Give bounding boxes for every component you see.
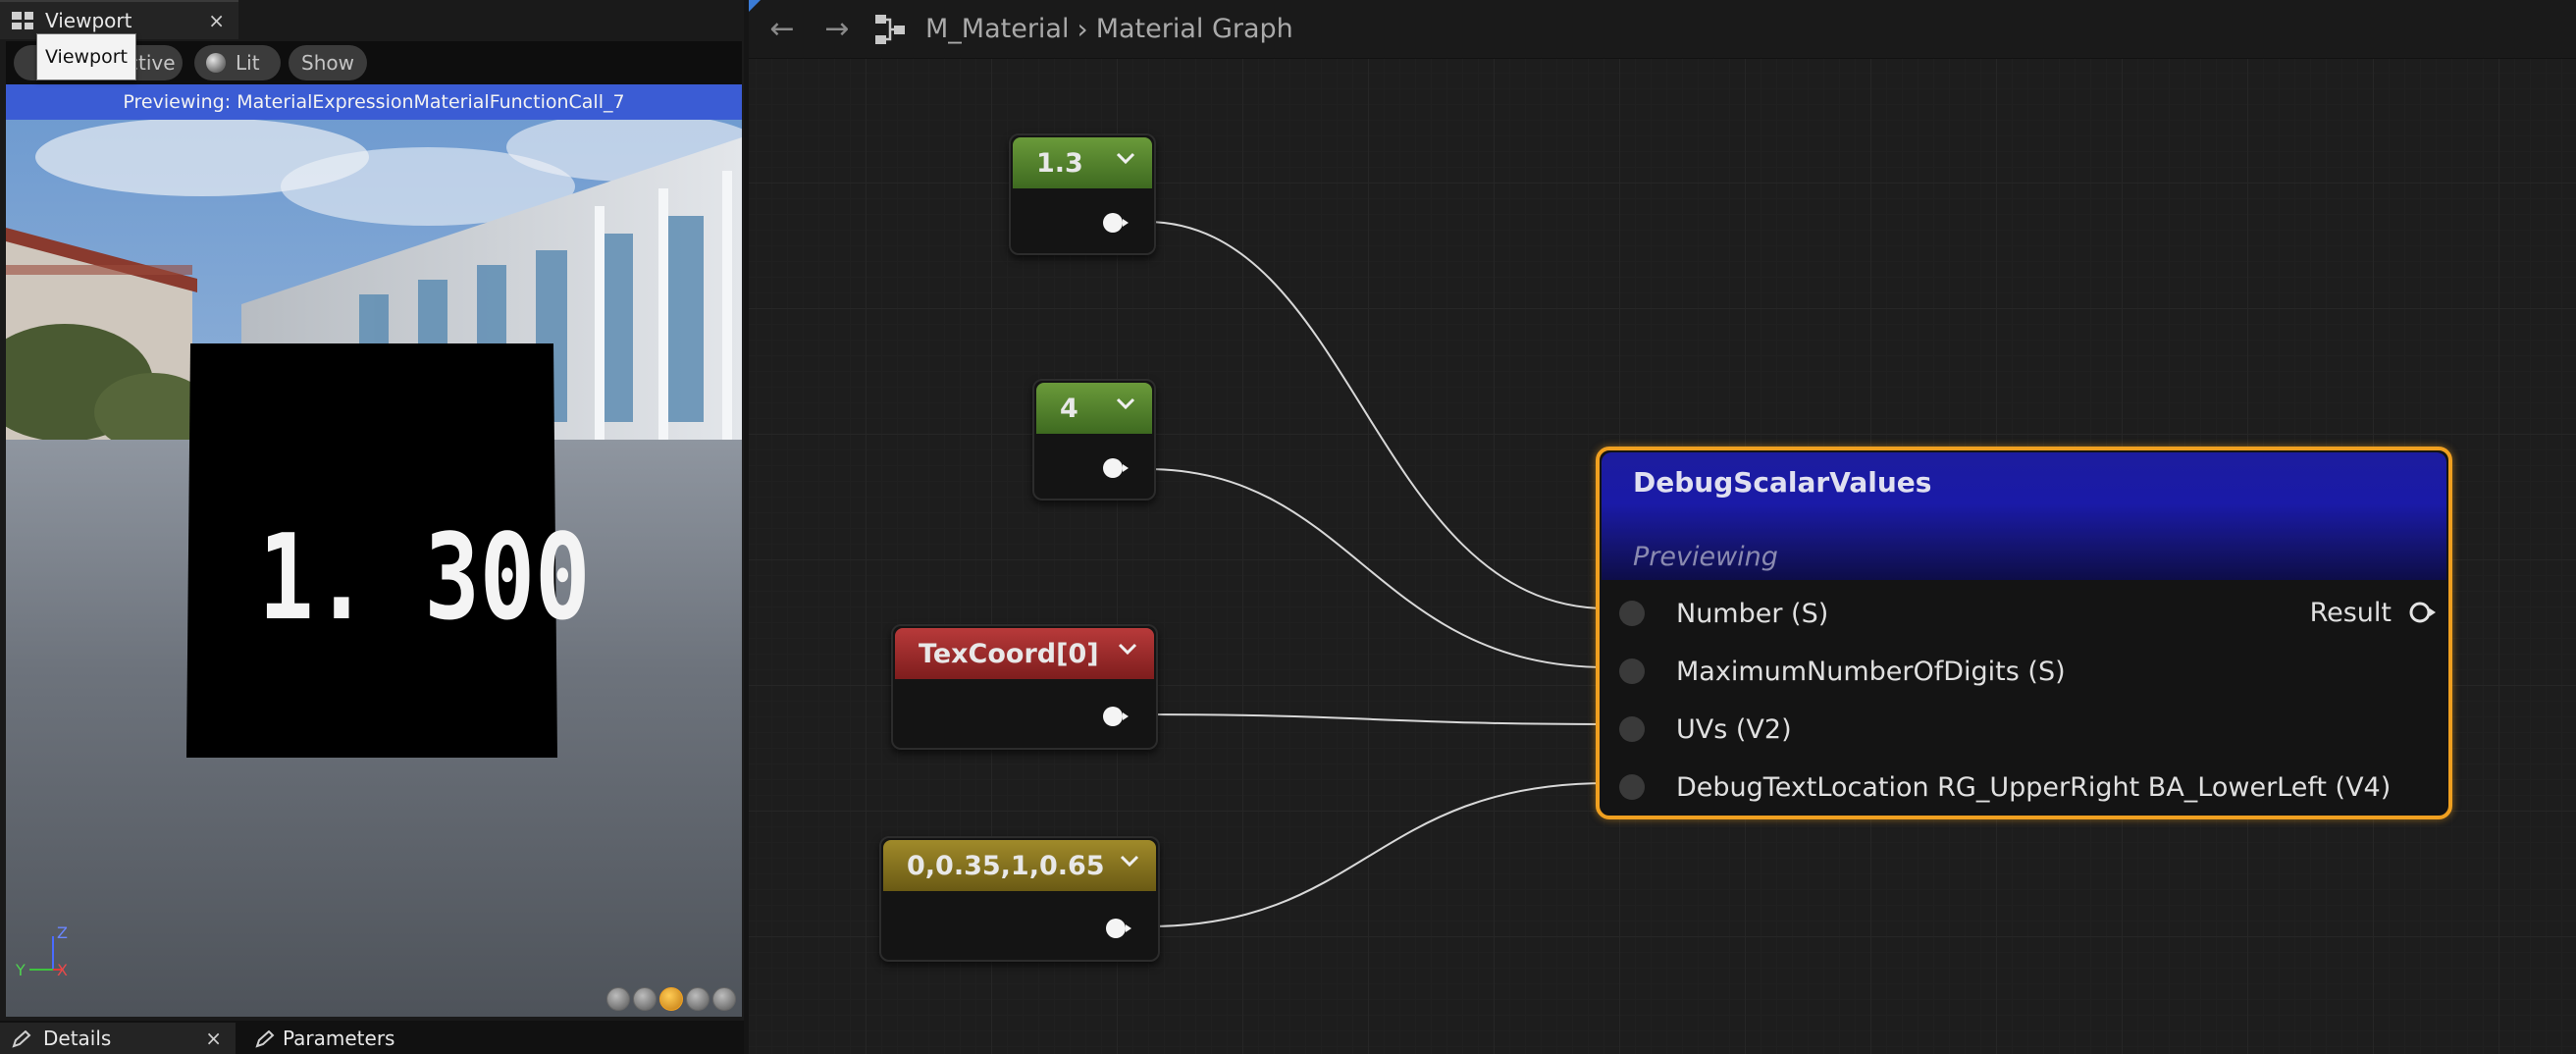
viewport-tooltip: Viewport	[36, 33, 136, 80]
preview-banner: Previewing: MaterialExpressionMaterialFu…	[6, 84, 742, 120]
hierarchy-icon[interactable]	[872, 12, 908, 47]
node-title: 0,0.35,1,0.65	[907, 850, 1105, 881]
axis-z-label: Z	[57, 923, 68, 942]
input-label: UVs (V2)	[1676, 713, 1792, 745]
viewport-frame[interactable]: 1. 300	[6, 41, 742, 1017]
input-row-number[interactable]: Number (S)	[1600, 594, 1828, 633]
forward-arrow-icon[interactable]: →	[810, 12, 865, 46]
node-title: DebugScalarValues	[1633, 466, 1932, 499]
output-pin[interactable]	[2407, 600, 2437, 625]
close-icon[interactable]: ×	[205, 1027, 222, 1050]
breadcrumb-graph: Material Graph	[1095, 14, 1293, 44]
debug-scalar-values-node[interactable]: DebugScalarValues Previewing Number (S) …	[1596, 447, 2452, 819]
chevron-down-icon[interactable]	[1115, 393, 1136, 414]
cube-shape-icon[interactable]	[686, 987, 710, 1011]
show-button[interactable]: Show	[289, 45, 367, 80]
pencil-icon	[255, 1030, 275, 1048]
output-pin[interactable]	[1102, 211, 1130, 235]
sphere-shape-icon[interactable]	[633, 987, 657, 1011]
input-label: DebugTextLocation RG_UpperRight BA_Lower…	[1676, 771, 2392, 803]
plane-shape-icon[interactable]	[659, 987, 683, 1011]
node-title: TexCoord[0]	[919, 638, 1099, 669]
input-pin[interactable]	[1619, 659, 1645, 684]
node-header: 1.3	[1013, 137, 1152, 188]
output-pin[interactable]	[1102, 456, 1130, 480]
constant-node[interactable]: 4	[1032, 379, 1156, 501]
node-header: 4	[1036, 383, 1152, 434]
editor-window: Viewport × 1. 300 ctive Lit Show Viewpor…	[0, 0, 2576, 1054]
output-row-result[interactable]: Result	[2310, 593, 2437, 632]
details-tab-label: Details	[43, 1027, 112, 1050]
viewport-tab-label: Viewport	[45, 9, 132, 32]
chevron-down-icon[interactable]	[1119, 850, 1140, 871]
left-panel: Viewport × 1. 300 ctive Lit Show Viewpor…	[0, 0, 744, 1054]
axis-x-label: X	[57, 961, 68, 979]
output-pin[interactable]	[1102, 705, 1130, 728]
node-header: TexCoord[0]	[895, 628, 1154, 679]
node-title: 4	[1060, 393, 1078, 424]
close-icon[interactable]: ×	[208, 9, 225, 32]
parameters-tab-label: Parameters	[283, 1027, 395, 1050]
breadcrumb-material[interactable]: M_Material	[925, 14, 1069, 44]
breadcrumb-separator: ›	[1077, 13, 1088, 45]
axis-gizmo: Z Y X	[14, 922, 73, 991]
preview-scene[interactable]: 1. 300	[6, 118, 742, 1017]
node-header: 0,0.35,1,0.65	[883, 840, 1156, 891]
preview-shape-buttons	[606, 987, 744, 1013]
input-pin[interactable]	[1619, 716, 1645, 742]
graph-corner-marker	[749, 0, 761, 12]
pencil-icon	[12, 1030, 31, 1048]
lit-label: Lit	[236, 51, 260, 75]
details-tab[interactable]: Details ×	[0, 1023, 236, 1054]
back-arrow-icon[interactable]: ←	[755, 12, 810, 46]
input-pin[interactable]	[1619, 774, 1645, 800]
parameters-tab[interactable]: Parameters	[243, 1023, 479, 1054]
vector-constant-node[interactable]: 0,0.35,1,0.65	[879, 836, 1160, 962]
node-subtitle: Previewing	[1633, 542, 1778, 572]
graph-toolbar: ← → M_Material › Material Graph	[749, 0, 2576, 59]
node-header: DebugScalarValues Previewing	[1602, 452, 2446, 580]
node-title: 1.3	[1036, 147, 1083, 179]
input-row-uvs[interactable]: UVs (V2)	[1600, 710, 1792, 749]
custom-mesh-icon[interactable]	[712, 987, 736, 1011]
cylinder-shape-icon[interactable]	[606, 987, 630, 1011]
input-row-text-location[interactable]: DebugTextLocation RG_UpperRight BA_Lower…	[1600, 767, 2391, 807]
input-row-max-digits[interactable]: MaximumNumberOfDigits (S)	[1600, 652, 2066, 691]
chevron-down-icon[interactable]	[1115, 147, 1136, 169]
lit-button[interactable]: Lit	[194, 45, 281, 80]
chevron-down-icon[interactable]	[1117, 638, 1138, 659]
lit-sphere-icon	[206, 53, 226, 73]
show-label: Show	[301, 51, 354, 75]
axis-y-label: Y	[15, 961, 26, 979]
constant-node[interactable]: 1.3	[1009, 133, 1156, 255]
input-label: MaximumNumberOfDigits (S)	[1676, 656, 2066, 687]
input-label: Number (S)	[1676, 598, 1829, 629]
viewport-grid-icon	[12, 12, 33, 29]
output-pin[interactable]	[1105, 917, 1132, 940]
texcoord-node[interactable]: TexCoord[0]	[891, 624, 1158, 750]
output-label: Result	[2309, 597, 2392, 628]
input-pin[interactable]	[1619, 601, 1645, 626]
cube-debug-text: 1. 300	[258, 510, 590, 647]
